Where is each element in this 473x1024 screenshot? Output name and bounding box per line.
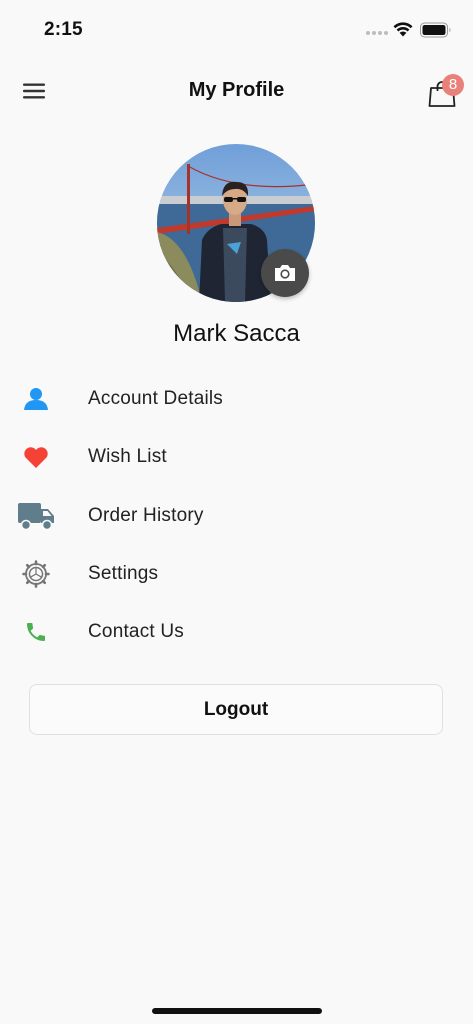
menu-item-contact-us[interactable]: Contact Us xyxy=(0,603,473,661)
status-time: 2:15 xyxy=(44,19,83,40)
person-icon xyxy=(16,370,56,428)
gear-icon xyxy=(16,545,56,603)
wifi-icon xyxy=(393,22,413,37)
heart-icon xyxy=(16,428,56,486)
change-photo-button[interactable] xyxy=(261,249,309,297)
menu-item-label: Contact Us xyxy=(88,621,184,643)
home-indicator[interactable] xyxy=(152,1008,322,1014)
status-bar: 2:15 xyxy=(0,0,473,60)
menu-item-wish-list[interactable]: Wish List xyxy=(0,428,473,486)
camera-icon xyxy=(275,265,295,281)
battery-icon xyxy=(420,22,451,38)
menu-item-account-details[interactable]: Account Details xyxy=(0,370,473,428)
menu-item-label: Order History xyxy=(88,504,204,526)
page-title: My Profile xyxy=(188,79,285,101)
logout-button[interactable]: Logout xyxy=(29,684,443,735)
profile-screen: 2:15 My Profile 8 Mark Sacca Account Det… xyxy=(0,0,473,1024)
cart-button[interactable]: 8 xyxy=(424,72,464,112)
profile-menu: Account Details Wish List Order History … xyxy=(0,370,473,661)
truck-icon xyxy=(16,487,56,545)
signal-icon xyxy=(366,31,388,35)
menu-item-label: Wish List xyxy=(88,446,167,468)
menu-item-label: Account Details xyxy=(88,388,224,409)
menu-item-label: Settings xyxy=(88,562,159,584)
phone-icon xyxy=(16,603,56,661)
cart-count-badge: 8 xyxy=(442,74,464,96)
menu-item-settings[interactable]: Settings xyxy=(0,545,473,603)
menu-item-order-history[interactable]: Order History xyxy=(0,487,473,545)
user-name: Mark Sacca xyxy=(173,320,300,347)
